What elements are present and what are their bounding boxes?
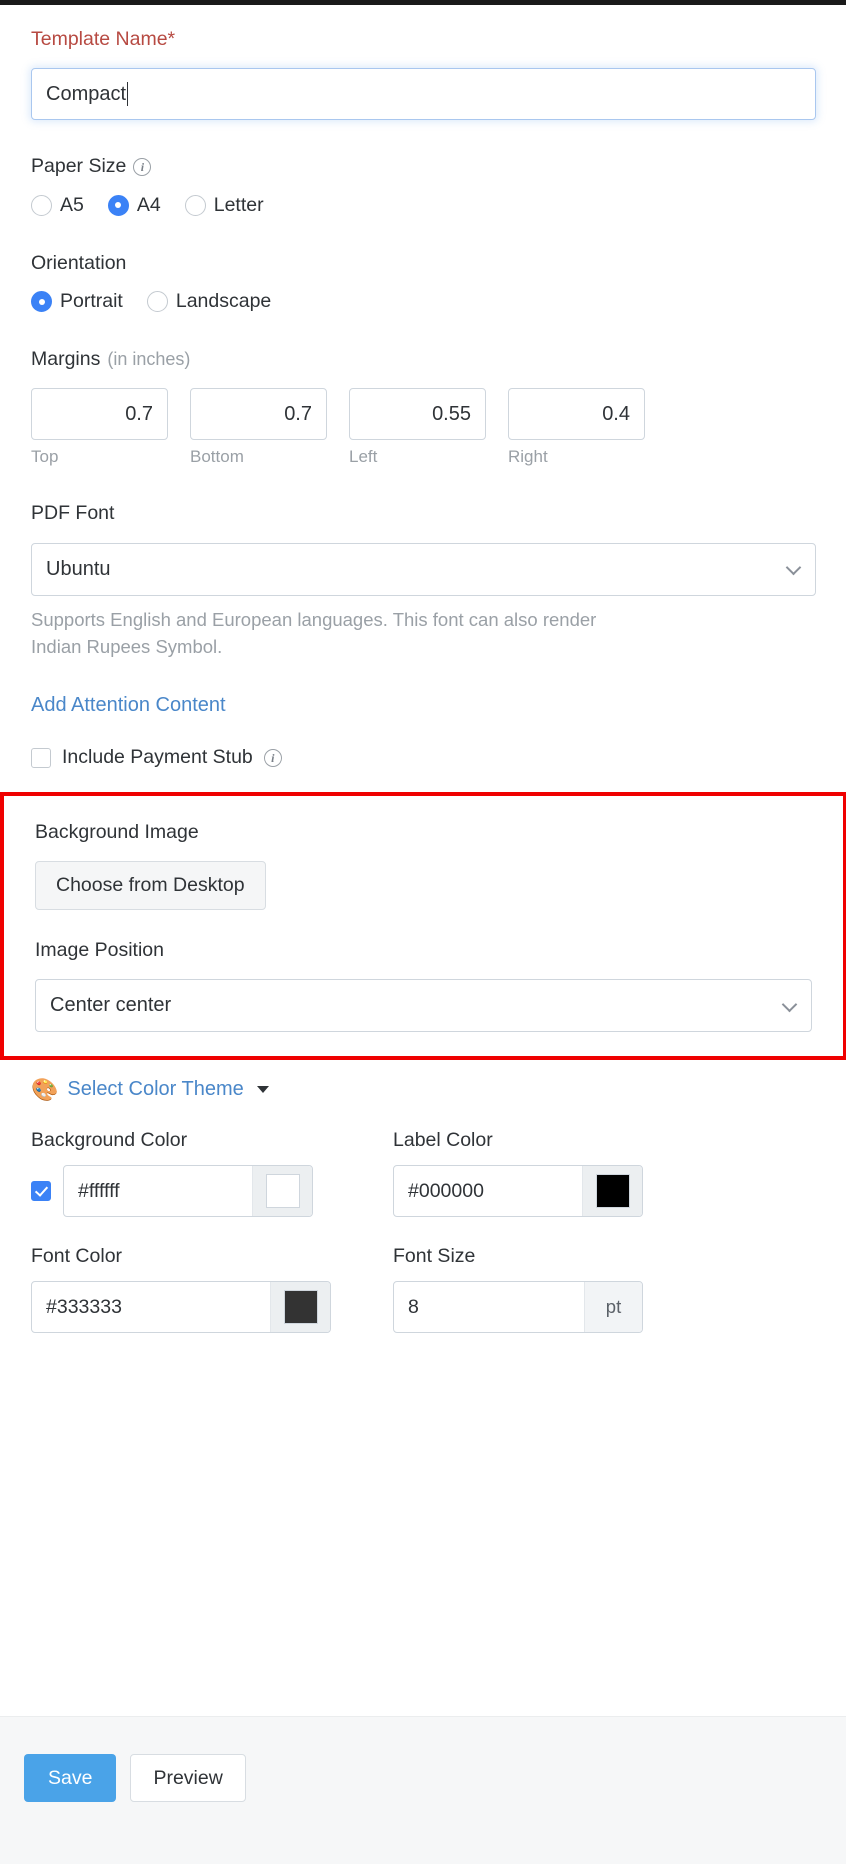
radio-option-a4[interactable]: A4 [108,194,161,217]
pdf-font-label: PDF Font [31,501,816,526]
radio-a5[interactable] [31,195,52,216]
image-position-value: Center center [50,994,171,1017]
add-attention-content-link[interactable]: Add Attention Content [31,694,226,716]
font-size-input-wrap[interactable]: 8 pt [393,1281,643,1333]
margins-label: Margins [31,347,100,372]
radio-portrait-label: Portrait [60,290,123,313]
margin-left-input[interactable]: 0.55 [349,388,486,440]
label-color-field: Label Color #000000 [393,1129,693,1217]
save-button[interactable]: Save [24,1754,116,1802]
caret-down-icon[interactable] [257,1086,269,1093]
label-color-input-wrap[interactable]: #000000 [393,1165,643,1217]
include-payment-stub-label: Include Payment Stub [62,745,253,770]
select-color-theme-link[interactable]: Select Color Theme [67,1078,243,1101]
margin-bottom-input[interactable]: 0.7 [190,388,327,440]
footer-action-bar: Save Preview [0,1716,846,1864]
pdf-font-section: PDF Font Ubuntu Supports English and Eur… [31,501,816,660]
paper-size-section: Paper Size i A5 A4 Letter [31,154,816,216]
radio-option-portrait[interactable]: Portrait [31,290,123,313]
paper-size-label: Paper Size [31,154,126,179]
pdf-font-select[interactable]: Ubuntu [31,543,816,596]
preview-button[interactable]: Preview [130,1754,245,1802]
image-position-select[interactable]: Center center [35,979,812,1032]
chevron-down-icon[interactable] [782,997,798,1013]
radio-letter-label: Letter [214,194,264,217]
background-color-field: Background Color #ffffff [31,1129,331,1217]
font-size-field: Font Size 8 pt [393,1245,693,1333]
label-color-swatch [596,1174,630,1208]
radio-a4-label: A4 [137,194,161,217]
margins-grid: 0.7 Top 0.7 Bottom 0.55 Left 0.4 Right [31,388,816,467]
radio-option-landscape[interactable]: Landscape [147,290,271,313]
font-size-unit: pt [584,1282,642,1332]
font-color-input-wrap[interactable]: #333333 [31,1281,331,1333]
radio-option-a5[interactable]: A5 [31,194,84,217]
choose-from-desktop-button[interactable]: Choose from Desktop [35,861,266,910]
background-color-input-wrap[interactable]: #ffffff [63,1165,313,1217]
attention-content-section: Add Attention Content [31,694,816,717]
orientation-label: Orientation [31,251,816,276]
info-icon[interactable]: i [264,749,282,767]
color-theme-row[interactable]: 🎨 Select Color Theme [31,1078,816,1101]
radio-landscape[interactable] [147,291,168,312]
pdf-font-value: Ubuntu [46,558,111,581]
margin-left-caption: Left [349,447,486,467]
colors-row-one: Background Color #ffffff Label Color #00… [31,1129,816,1217]
palette-icon: 🎨 [31,1079,58,1101]
font-color-field: Font Color #333333 [31,1245,331,1333]
font-color-swatch-button[interactable] [270,1282,330,1332]
colors-row-two: Font Color #333333 Font Size 8 pt [31,1245,816,1333]
payment-stub-row[interactable]: Include Payment Stub i [31,745,816,770]
info-icon[interactable]: i [133,158,151,176]
background-image-label: Background Image [35,820,812,845]
background-color-value[interactable]: #ffffff [64,1166,252,1216]
radio-a5-label: A5 [60,194,84,217]
radio-portrait[interactable] [31,291,52,312]
label-color-swatch-button[interactable] [582,1166,642,1216]
radio-letter[interactable] [185,195,206,216]
paper-size-radio-group: A5 A4 Letter [31,194,816,217]
margin-right-caption: Right [508,447,645,467]
background-image-section: Background Image Choose from Desktop [35,820,812,910]
radio-a4[interactable] [108,195,129,216]
label-color-value[interactable]: #000000 [394,1166,582,1216]
font-color-label: Font Color [31,1245,331,1268]
radio-option-letter[interactable]: Letter [185,194,264,217]
background-image-highlight-box: Background Image Choose from Desktop Ima… [0,792,846,1061]
margin-field-top: 0.7 Top [31,388,168,467]
background-color-swatch-button[interactable] [252,1166,312,1216]
include-payment-stub-checkbox[interactable] [31,748,51,768]
background-color-swatch [266,1174,300,1208]
margins-unit-note: (in inches) [107,349,190,370]
margin-top-input[interactable]: 0.7 [31,388,168,440]
chevron-down-icon[interactable] [786,560,802,576]
template-name-input[interactable]: Compact [31,68,816,120]
background-color-checkbox[interactable] [31,1181,51,1201]
margin-top-caption: Top [31,447,168,467]
margins-section: Margins (in inches) 0.7 Top 0.7 Bottom 0… [31,347,816,467]
margin-field-left: 0.55 Left [349,388,486,467]
template-name-section: Template Name* Compact [31,27,816,120]
font-color-value[interactable]: #333333 [32,1282,270,1332]
margin-bottom-caption: Bottom [190,447,327,467]
radio-landscape-label: Landscape [176,290,271,313]
template-name-label: Template Name* [31,27,816,52]
pdf-font-help-text: Supports English and European languages.… [31,607,651,661]
template-settings-page: Template Name* Compact Paper Size i A5 A… [0,5,846,1864]
margin-field-bottom: 0.7 Bottom [190,388,327,467]
background-color-label: Background Color [31,1129,331,1152]
image-position-label: Image Position [35,938,812,963]
font-size-value[interactable]: 8 [394,1282,584,1332]
template-name-value: Compact [46,83,126,106]
font-color-swatch [284,1290,318,1324]
label-color-label: Label Color [393,1129,693,1152]
margin-right-input[interactable]: 0.4 [508,388,645,440]
orientation-section: Orientation Portrait Landscape [31,251,816,313]
image-position-section: Image Position Center center [35,938,812,1032]
margin-field-right: 0.4 Right [508,388,645,467]
orientation-radio-group: Portrait Landscape [31,290,816,313]
text-caret [127,82,128,106]
font-size-label: Font Size [393,1245,693,1268]
